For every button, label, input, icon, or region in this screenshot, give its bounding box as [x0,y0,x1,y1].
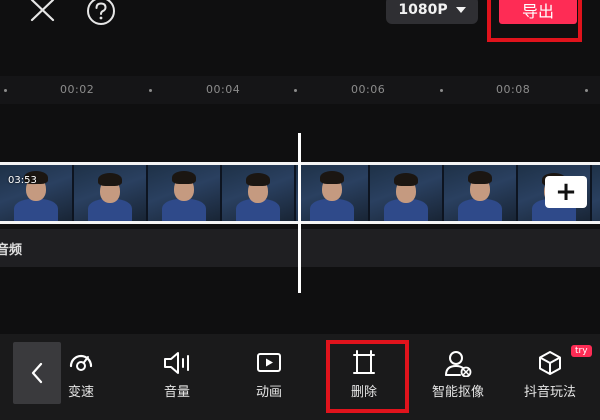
ruler-tick [149,89,152,92]
tool-speed-label: 变速 [67,385,94,400]
clip-duration: 03:53 [8,175,37,186]
thumbnail-frame [370,165,444,221]
plus-icon: + [555,177,577,207]
thumbnail-frame [0,165,74,221]
thumbnail-frame [222,165,296,221]
tool-animation-label: 动画 [255,385,282,400]
audio-track-label: 音频 [0,243,23,258]
thumbnail-frame [444,165,518,221]
resolution-value: 1080P [398,2,448,18]
tool-smart-cutout-label: 智能抠像 [431,385,484,400]
thumbnail-frame [296,165,370,221]
tool-delete[interactable]: 删除 [324,348,404,404]
tool-volume-label: 音量 [163,385,190,400]
ruler-label: 00:08 [496,83,531,96]
thumbnail-frame [592,165,600,221]
volume-icon [164,352,189,374]
tool-animation[interactable]: 动画 [229,348,309,404]
ruler-tick [585,89,588,92]
help-button[interactable] [85,0,117,29]
ruler-tick [4,89,7,92]
delete-icon [353,350,375,374]
tool-volume[interactable]: 音量 [137,348,217,404]
thumbnail-frame [148,165,222,221]
ruler-tick [440,89,443,92]
ruler-label: 00:02 [60,83,95,96]
close-icon [30,0,55,22]
playhead[interactable] [298,133,301,293]
ruler-tick [294,89,297,92]
cube-icon [539,351,561,375]
help-icon [87,0,115,25]
animation-icon [257,353,281,372]
thumbnail-frame [74,165,148,221]
resolution-dropdown[interactable]: 1080P [386,0,478,24]
time-ruler[interactable]: 00:02 00:04 00:06 00:08 [0,76,600,104]
tool-speed[interactable]: 变速 [41,348,121,404]
export-label: 导出 [521,2,554,21]
smart-cutout-icon [445,351,472,377]
tool-douyin-play-label: 抖音玩法 [523,385,576,400]
export-button[interactable]: 导出 [499,0,577,24]
caret-down-icon [455,7,466,13]
try-badge: try [571,345,592,357]
speed-icon [69,354,93,371]
add-clip-button[interactable]: + [545,176,587,208]
ruler-label: 00:06 [351,83,386,96]
ruler-label: 00:04 [206,83,241,96]
tool-smart-cutout[interactable]: 智能抠像 [418,348,498,404]
tool-delete-label: 删除 [350,385,377,400]
close-button[interactable] [28,0,58,24]
